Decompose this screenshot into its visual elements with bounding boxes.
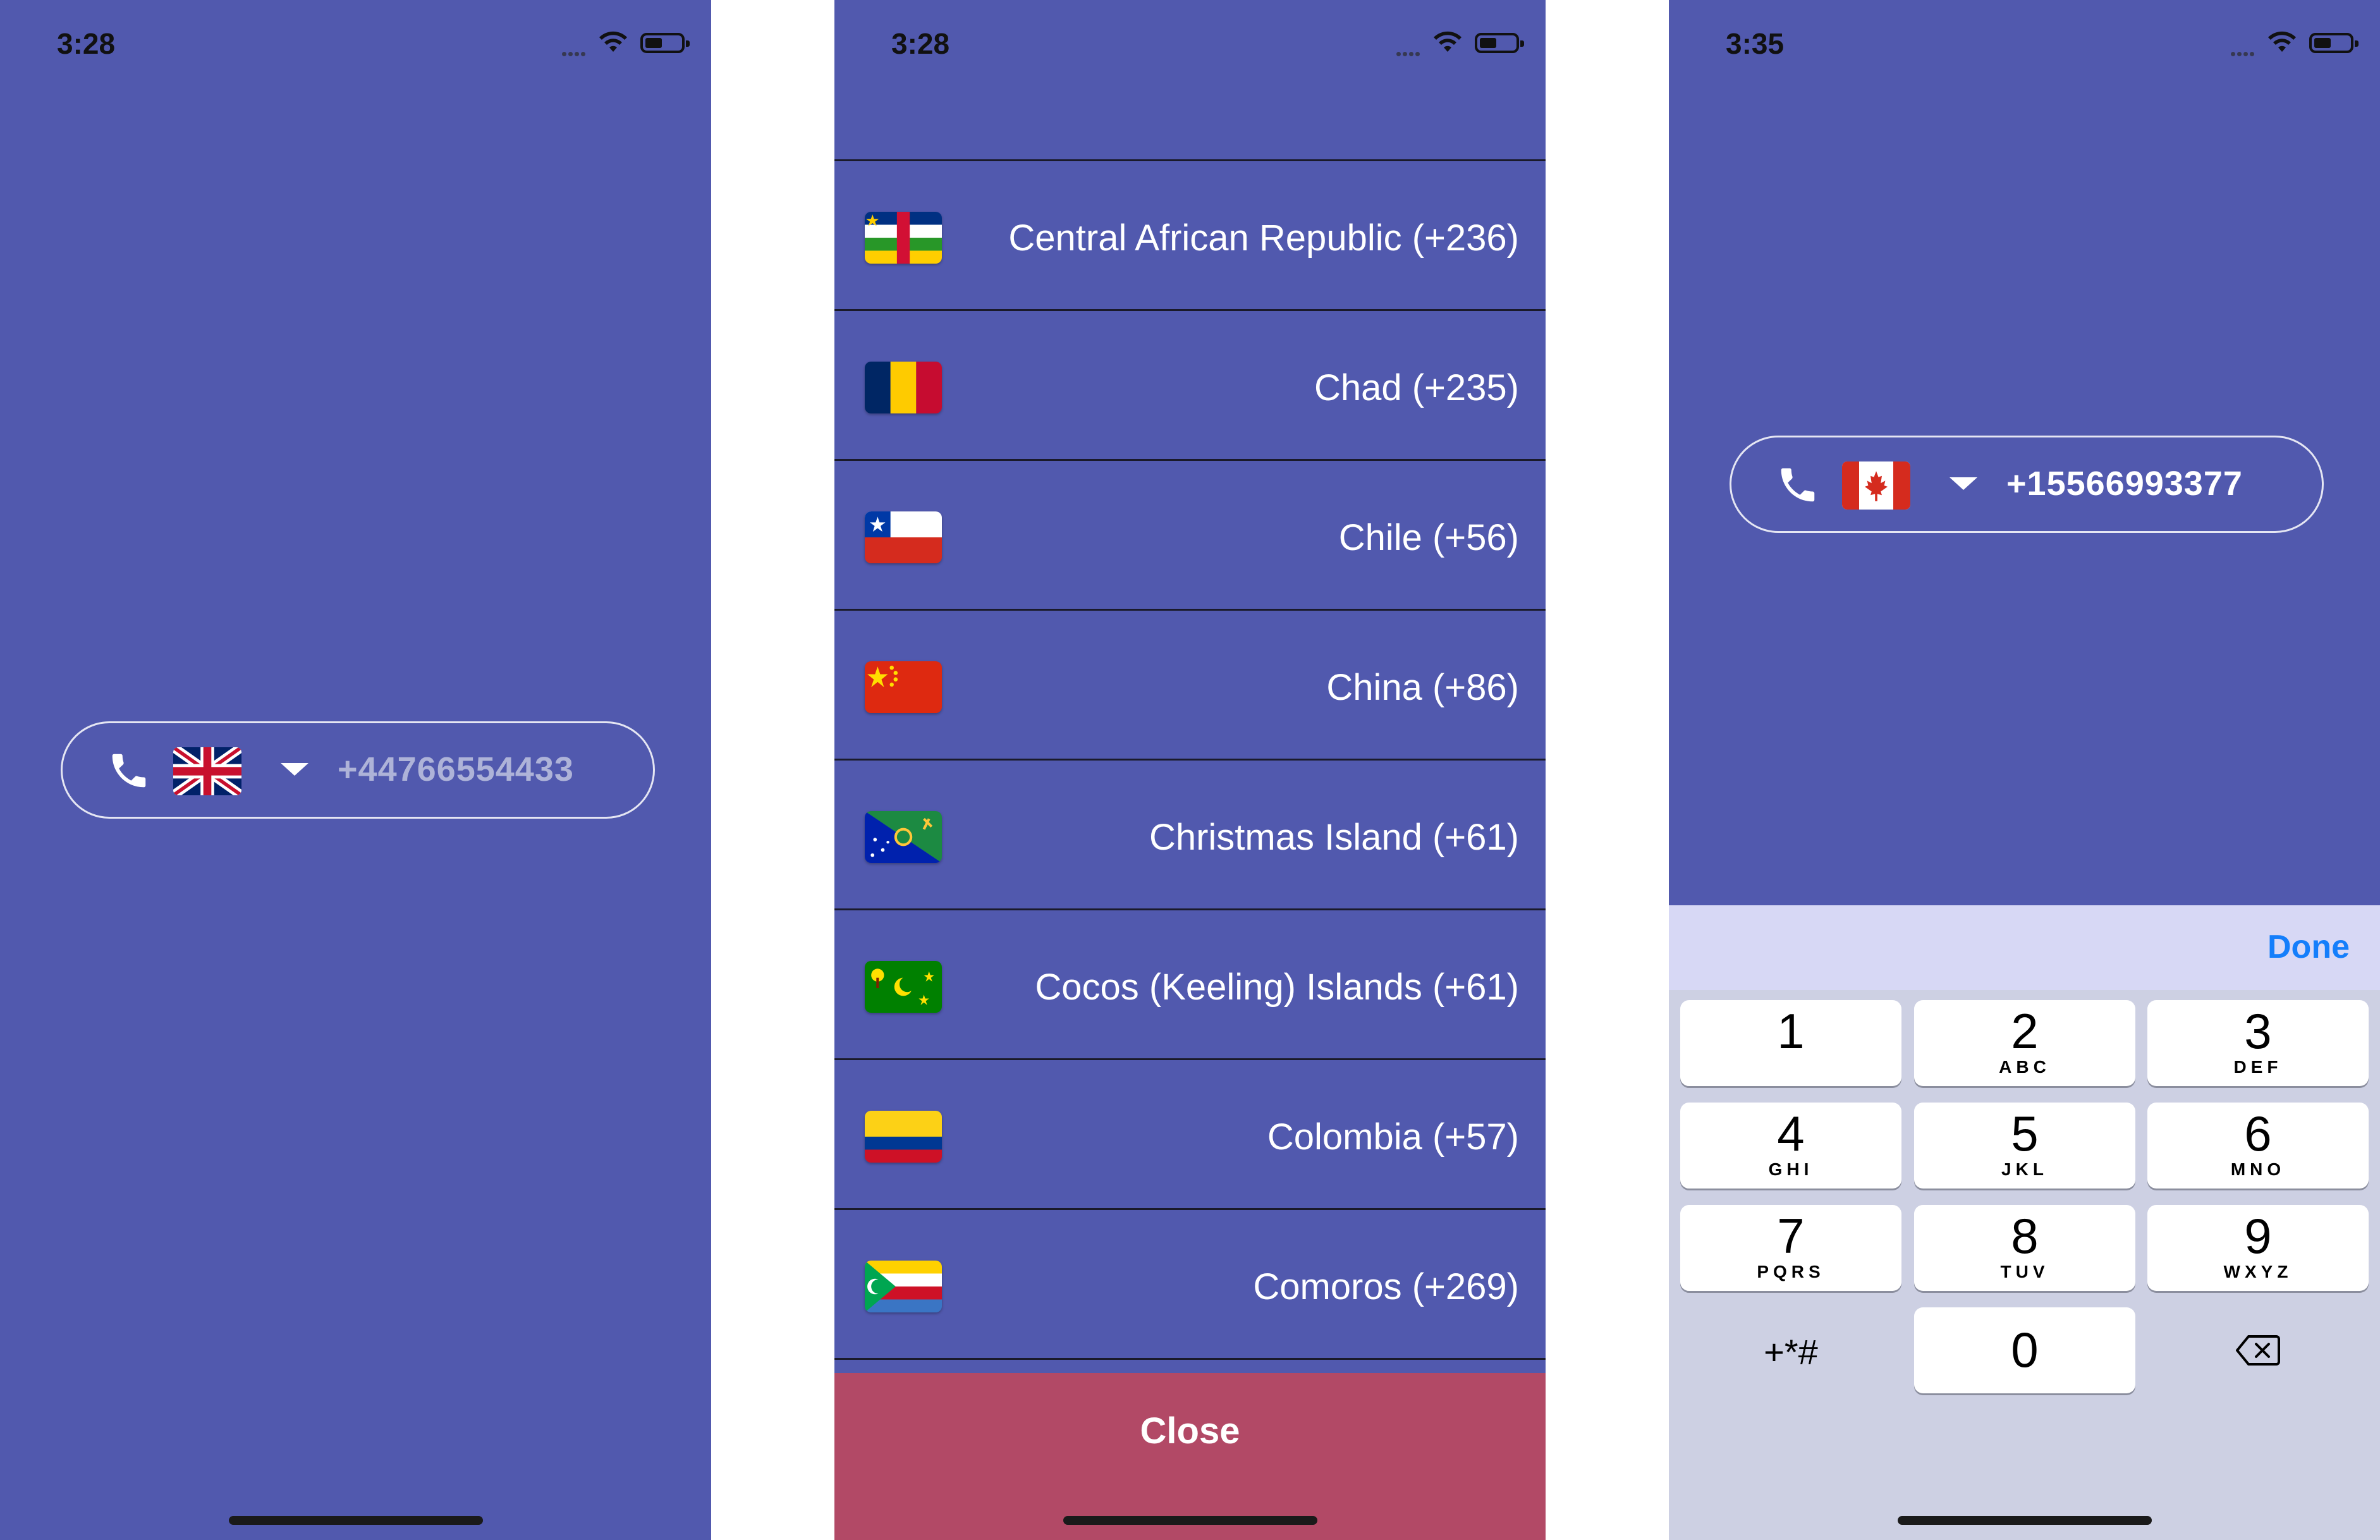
battery-icon [1475,33,1524,53]
country-row-comoros[interactable]: Comoros (+269) [834,1208,1546,1358]
chad-flag-icon [865,362,942,413]
key-symbols[interactable]: +*# [1680,1307,1901,1393]
key-9[interactable]: 9 WXYZ [2147,1205,2369,1291]
key-digit: 9 [2244,1208,2272,1264]
key-letters: DEF [2233,1057,2283,1077]
status-bar: 3:35 [1669,0,2380,85]
key-digit: 3 [2244,1003,2272,1059]
signal-icon [562,48,591,56]
united-kingdom-flag-icon[interactable] [173,747,241,795]
signal-icon [1396,48,1425,56]
chevron-down-icon[interactable] [281,763,308,776]
phone-number-value[interactable]: +15566993377 [2006,464,2243,503]
country-row-christmas-island[interactable]: Christmas Island (+61) [834,759,1546,908]
country-row-chad[interactable]: Chad (+235) [834,309,1546,459]
key-6[interactable]: 6 MNO [2147,1103,2369,1189]
close-button-label: Close [1140,1410,1240,1451]
key-letters: MNO [2230,1159,2286,1179]
key-letters: WXYZ [2223,1262,2293,1281]
backspace-icon [2236,1335,2280,1366]
country-row-china[interactable]: China (+86) [834,609,1546,759]
country-label: Chad (+235) [1314,367,1519,408]
chile-flag-icon [865,511,942,563]
wifi-icon [599,31,627,52]
key-letters: GHI [1768,1159,1814,1179]
key-2[interactable]: 2 ABC [1914,1000,2135,1086]
phone-number-input[interactable]: +15566993377 [1730,436,2324,533]
home-indicator [1898,1516,2152,1525]
country-label: Cocos (Keeling) Islands (+61) [1035,967,1519,1008]
key-digit: 2 [2011,1003,2039,1059]
status-time: 3:28 [57,27,116,60]
list-divider [834,1358,1546,1360]
status-bar: 3:28 [834,0,1546,85]
key-digit: 7 [1777,1208,1805,1264]
home-indicator [229,1516,483,1525]
key-digit: 4 [1777,1106,1805,1161]
battery-icon [2309,33,2359,53]
country-row-colombia[interactable]: Colombia (+57) [834,1058,1546,1208]
delete-key[interactable] [2147,1307,2369,1393]
key-letters: TUV [2000,1262,2049,1281]
country-label: Central African Republic (+236) [1008,217,1519,259]
key-digit: 5 [2011,1106,2039,1161]
phone-icon [1781,468,1815,502]
chevron-down-icon[interactable] [1950,477,1977,490]
home-indicator [1063,1516,1317,1525]
key-digit: 1 [1777,1003,1805,1059]
country-row-cocos-islands[interactable]: Cocos (Keeling) Islands (+61) [834,908,1546,1058]
key-letters: PQRS [1757,1262,1825,1281]
country-label: Chile (+56) [1338,517,1519,558]
colombia-flag-icon [865,1111,942,1163]
key-3[interactable]: 3 DEF [2147,1000,2369,1086]
signal-icon [2231,48,2260,56]
keyboard-toolbar: Done [1669,905,2380,990]
central-african-republic-flag-icon [865,212,942,264]
china-flag-icon [865,661,942,713]
country-row-chile[interactable]: Chile (+56) [834,459,1546,609]
phone-number-placeholder[interactable]: +44766554433 [338,750,574,789]
key-digit: +*# [1764,1332,1818,1372]
status-time: 3:28 [891,27,950,60]
battery-icon [640,33,690,53]
country-label: Christmas Island (+61) [1149,817,1519,858]
wifi-icon [1434,31,1462,52]
cocos-islands-flag-icon [865,961,942,1013]
screen-country-picker: 3:28 Central African Republic (+236) Cha… [834,0,1546,1540]
screen-phone-input-empty: 3:28 +44766554433 [0,0,711,1540]
country-label: Colombia (+57) [1267,1116,1519,1158]
numeric-keypad: 1 2 ABC 3 DEF 4 GHI 5 JKL 6 MNO 7 PQRS 8 [1669,990,2380,1540]
phone-number-input[interactable]: +44766554433 [61,721,655,819]
wifi-icon [2268,31,2296,52]
christmas-island-flag-icon [865,811,942,863]
key-digit: 8 [2011,1208,2039,1264]
country-row-central-african-republic[interactable]: Central African Republic (+236) [834,159,1546,309]
close-button[interactable]: Close [834,1373,1546,1540]
key-0[interactable]: 0 [1914,1307,2135,1393]
key-letters: JKL [2001,1159,2048,1179]
key-4[interactable]: 4 GHI [1680,1103,1901,1189]
key-digit: 0 [2011,1322,2039,1378]
screen-phone-input-filled: 3:35 +15566993377 Done 1 2 ABC 3 DEF 4 G… [1669,0,2380,1540]
phone-icon [112,754,146,788]
key-letters: ABC [1999,1057,2051,1077]
country-label: China (+86) [1326,667,1519,708]
key-8[interactable]: 8 TUV [1914,1205,2135,1291]
key-1[interactable]: 1 [1680,1000,1901,1086]
status-time: 3:35 [1726,27,1785,60]
canada-flag-icon[interactable] [1842,461,1910,510]
key-digit: 6 [2244,1106,2272,1161]
key-5[interactable]: 5 JKL [1914,1103,2135,1189]
country-list: Central African Republic (+236) Chad (+2… [834,159,1546,1358]
done-button[interactable]: Done [2267,928,2350,966]
status-bar: 3:28 [0,0,711,85]
comoros-flag-icon [865,1261,942,1312]
country-label: Comoros (+269) [1253,1266,1519,1307]
key-7[interactable]: 7 PQRS [1680,1205,1901,1291]
